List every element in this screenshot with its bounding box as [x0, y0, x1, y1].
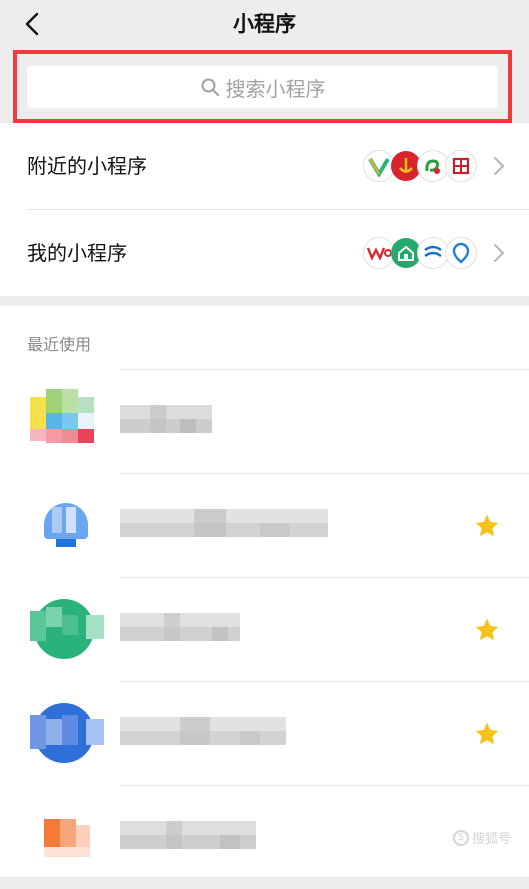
mini-program-name-blurred	[120, 405, 212, 435]
search-placeholder: 搜索小程序	[225, 76, 326, 101]
row-divider	[120, 681, 529, 682]
search-input[interactable]: 搜索小程序	[27, 66, 498, 108]
recent-title: 最近使用	[27, 335, 92, 354]
watermark-logo-icon: S	[452, 829, 469, 846]
row-divider	[120, 785, 529, 786]
nearby-label: 附近的小程序	[27, 154, 147, 178]
row-divider	[120, 473, 529, 474]
page-title: 小程序	[233, 12, 296, 36]
my-logos	[363, 237, 477, 269]
row-divider	[120, 369, 529, 370]
mini-program-avatar-blurred	[30, 597, 104, 661]
mini-program-logo	[445, 237, 477, 269]
nav-bar: 小程序	[0, 0, 529, 48]
chevron-right-icon	[494, 157, 504, 175]
recent-item[interactable]	[0, 369, 529, 473]
section-gap	[0, 296, 529, 306]
recent-item[interactable]	[0, 785, 529, 889]
mini-program-name-blurred	[120, 613, 240, 643]
mini-program-avatar-blurred	[30, 701, 104, 765]
nearby-logos	[363, 150, 477, 182]
nearby-mini-programs-row[interactable]: 附近的小程序	[0, 123, 529, 209]
star-icon[interactable]	[474, 721, 500, 747]
mini-program-name-blurred	[120, 717, 286, 747]
recent-item[interactable]	[0, 473, 529, 577]
watermark-text: 搜狐号	[471, 832, 511, 847]
search-icon	[200, 77, 220, 97]
watermark: S 搜狐号	[452, 828, 511, 847]
mini-program-avatar-blurred	[30, 389, 104, 453]
search-highlight-frame: 搜索小程序	[13, 50, 512, 123]
mini-program-avatar-blurred	[30, 805, 104, 869]
recent-item[interactable]	[0, 577, 529, 681]
mini-program-avatar-blurred	[30, 493, 104, 557]
mini-program-name-blurred	[120, 821, 256, 851]
star-icon[interactable]	[474, 617, 500, 643]
row-divider	[120, 577, 529, 578]
menu-section: 附近的小程序 我的小程序	[0, 123, 529, 296]
recent-section: 最近使用 S 搜狐号	[0, 306, 529, 877]
chevron-right-icon	[494, 244, 504, 262]
my-mini-programs-row[interactable]: 我的小程序	[0, 210, 529, 296]
my-mini-programs-label: 我的小程序	[27, 241, 127, 265]
mini-program-name-blurred	[120, 509, 328, 539]
recent-item[interactable]	[0, 681, 529, 785]
mini-program-logo	[445, 150, 477, 182]
star-icon[interactable]	[474, 513, 500, 539]
